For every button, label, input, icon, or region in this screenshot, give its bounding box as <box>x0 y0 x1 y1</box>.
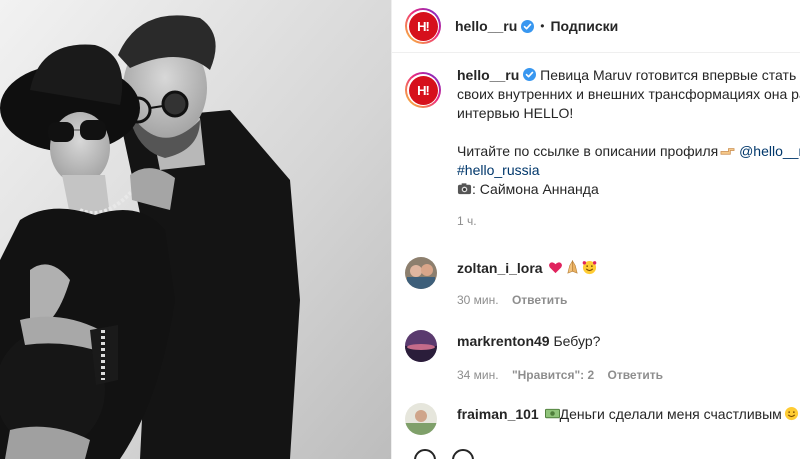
photo-credit-text: : Саймона Аннанда <box>472 181 599 197</box>
hashtag-link[interactable]: #hello_russia <box>457 162 540 178</box>
post-photo[interactable] <box>0 0 391 459</box>
dollar-banknote-emoji <box>544 408 560 419</box>
caption-text-line-2: своих внутренних и внешних трансформация… <box>457 86 800 102</box>
instagram-post-window: H! hello__ru • Подписки H! hello__ru Пев <box>0 0 800 459</box>
like-icon[interactable] <box>414 449 436 459</box>
caption-text-line-1: Певица Maruv готовится впервые стать м <box>540 67 800 83</box>
comment-username[interactable]: zoltan_i_lora <box>457 260 543 276</box>
author-avatar[interactable]: H! <box>405 8 441 44</box>
camera-emoji <box>457 183 472 195</box>
pointing-hand-emoji <box>720 148 735 155</box>
comment-body: zoltan_i_lora 30 мин. Ответить <box>457 257 597 309</box>
comment-body: fraiman_101 Деньги сделали меня счастлив… <box>457 403 799 435</box>
comment-time[interactable]: 30 мин. <box>457 293 499 307</box>
comment-meta: 34 мин. "Нравится": 2 Ответить <box>457 366 663 384</box>
reply-button[interactable]: Ответить <box>608 368 663 382</box>
comment-item: zoltan_i_lora 30 мин. Ответить <box>405 257 800 309</box>
heart-emoji <box>549 262 563 274</box>
caption-username[interactable]: hello__ru <box>457 67 519 83</box>
comment-username[interactable]: markrenton49 <box>457 333 550 349</box>
separator-dot: • <box>540 19 545 33</box>
comment-time[interactable]: 34 мин. <box>457 368 499 382</box>
caption-author-avatar[interactable]: H! <box>405 72 441 108</box>
caption-hashtag-line: #hello_russia <box>457 161 800 180</box>
praying-hands-emoji <box>567 260 579 274</box>
comment-text-line: markrenton49 Бебур? <box>457 332 663 350</box>
following-button[interactable]: Подписки <box>550 18 618 34</box>
reply-button[interactable]: Ответить <box>512 293 567 307</box>
mention-link[interactable]: @hello__ru <box>739 143 800 159</box>
commenter-avatar-image <box>405 257 437 289</box>
comment-text-line: fraiman_101 Деньги сделали меня счастлив… <box>457 405 799 423</box>
commenter-avatar[interactable] <box>405 403 437 435</box>
comment-body: markrenton49 Бебур? 34 мин. "Нравится": … <box>457 330 663 384</box>
post-photo-graphic <box>0 0 391 459</box>
hello-logo: H! <box>408 11 438 41</box>
likes-count[interactable]: "Нравится": 2 <box>512 368 594 382</box>
comment-meta: 30 мин. Ответить <box>457 291 597 309</box>
verified-badge-icon <box>521 19 535 33</box>
post-header: H! hello__ru • Подписки <box>392 0 800 53</box>
comment-item: markrenton49 Бебур? 34 мин. "Нравится": … <box>405 330 800 384</box>
caption-body: hello__ru Певица Maruv готовится впервые… <box>457 66 800 231</box>
comment-username[interactable]: fraiman_101 <box>457 406 539 422</box>
verified-badge-icon <box>523 68 537 81</box>
commenter-avatar[interactable] <box>405 257 437 289</box>
caption-time[interactable]: 1 ч. <box>457 212 800 231</box>
comment-text: Деньги сделали меня счастливым <box>559 406 782 422</box>
caption-line-1: hello__ru Певица Maruv готовится впервые… <box>457 66 800 85</box>
caption-line-4: Читайте по ссылке в описании профиля @he… <box>457 142 800 161</box>
caption-text-line-4: Читайте по ссылке в описании профиля <box>457 143 719 159</box>
commenter-avatar[interactable] <box>405 330 437 362</box>
hello-logo: H! <box>408 75 438 105</box>
caption-credit-line: : Саймона Аннанда <box>457 180 800 199</box>
caption-text-line-3: интервью HELLO! <box>457 105 574 121</box>
comment-icon[interactable] <box>452 449 474 459</box>
post-caption: H! hello__ru Певица Maruv готовится впер… <box>405 66 800 231</box>
author-username[interactable]: hello__ru <box>455 18 517 34</box>
post-actions-bar <box>414 449 474 459</box>
comment-text: Бебур? <box>553 333 601 349</box>
comment-item: fraiman_101 Деньги сделали меня счастлив… <box>405 403 800 435</box>
smiling-face-emoji <box>784 406 798 421</box>
comment-text-line: zoltan_i_lora <box>457 259 597 277</box>
author-avatar-inner: H! <box>407 10 439 42</box>
commenter-avatar-image <box>405 403 437 435</box>
smiling-face-with-hearts-emoji <box>583 260 597 275</box>
post-side-panel: H! hello__ru • Подписки H! hello__ru Пев <box>391 0 800 459</box>
commenter-avatar-image <box>405 330 437 362</box>
caption-author-avatar-inner: H! <box>407 74 439 106</box>
